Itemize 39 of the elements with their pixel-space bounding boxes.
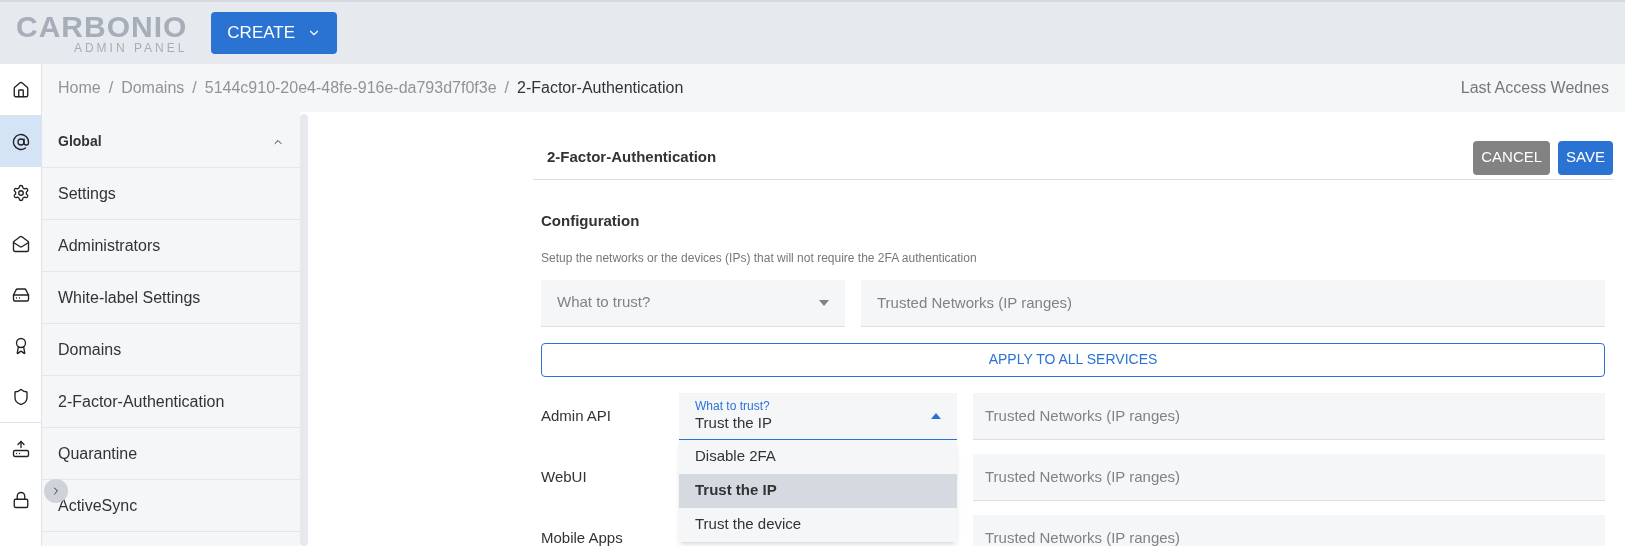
logo: CARBONIO bbox=[16, 12, 188, 42]
lock-icon bbox=[11, 490, 30, 509]
breadcrumb-separator: / bbox=[108, 78, 114, 98]
select-label: What to trust? bbox=[695, 398, 771, 414]
trusted-networks-field[interactable]: Trusted Networks (IP ranges) bbox=[973, 514, 1605, 546]
breadcrumb-item: 2-Factor-Authentication bbox=[517, 78, 684, 98]
service-label: Mobile Apps bbox=[541, 527, 624, 546]
dropdown-option[interactable]: Trust the IP bbox=[679, 473, 957, 508]
section-title: Configuration bbox=[541, 211, 641, 231]
last-access-text: Last Access Wednes bbox=[1460, 78, 1609, 98]
mail-icon bbox=[11, 234, 30, 253]
select-value: Trust the IP bbox=[695, 413, 772, 433]
trust-select[interactable]: What to trust? Trust the IP bbox=[679, 392, 957, 440]
apply-to-all-button[interactable]: APPLY TO ALL SERVICES bbox=[541, 342, 1605, 377]
create-button[interactable]: CREATE bbox=[211, 12, 338, 54]
save-button[interactable]: SAVE bbox=[1558, 140, 1613, 175]
dropdown-option[interactable]: Trust the device bbox=[679, 507, 957, 542]
drive-icon bbox=[11, 285, 30, 304]
caret-down-icon bbox=[819, 299, 829, 306]
service-label: WebUI bbox=[541, 466, 588, 487]
trusted-networks-field[interactable]: Trusted Networks (IP ranges) bbox=[973, 392, 1605, 440]
home-icon bbox=[11, 80, 30, 99]
settings-icon bbox=[11, 183, 30, 202]
trusted-networks-field[interactable]: Trusted Networks (IP ranges) bbox=[861, 279, 1605, 327]
logo-subtitle: ADMIN PANEL bbox=[73, 42, 188, 54]
shield-icon bbox=[11, 387, 30, 406]
dropdown-option[interactable]: Disable 2FA bbox=[679, 439, 957, 474]
sidebar-section-title: Global bbox=[58, 132, 102, 151]
breadcrumb-separator: / bbox=[192, 78, 197, 98]
panel-title: 2-Factor-Authentication bbox=[547, 147, 717, 168]
trusted-networks-field[interactable]: Trusted Networks (IP ranges) bbox=[973, 453, 1605, 501]
trust-select[interactable]: What to trust? bbox=[541, 279, 845, 327]
at-sign-icon bbox=[11, 132, 30, 151]
cancel-button[interactable]: CANCEL bbox=[1473, 140, 1551, 175]
drive-upload-icon bbox=[11, 439, 30, 458]
service-label: Admin API bbox=[541, 405, 613, 426]
breadcrumb-separator: / bbox=[504, 78, 509, 98]
section-description: Setup the networks or the devices (IPs) that will not require the 2FA authentication bbox=[541, 249, 978, 267]
caret-up-icon bbox=[931, 412, 941, 419]
